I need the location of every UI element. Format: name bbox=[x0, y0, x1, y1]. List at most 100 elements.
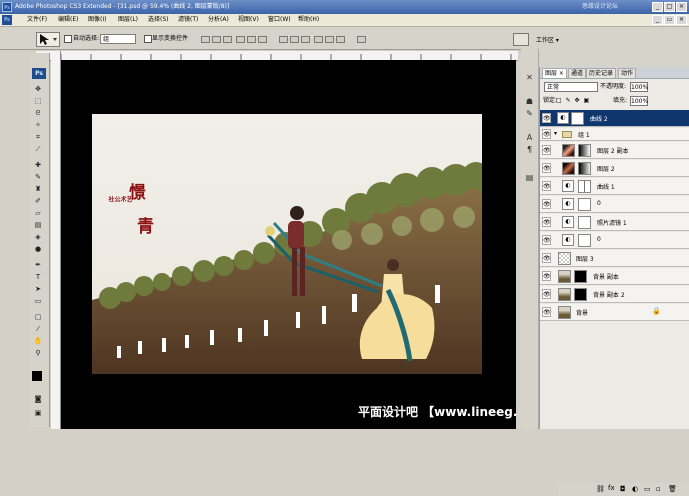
paragraph-icon[interactable]: ¶ bbox=[525, 145, 534, 154]
menu-image[interactable]: 图像(I) bbox=[88, 14, 106, 26]
align-right-icon[interactable] bbox=[258, 36, 267, 43]
visibility-eye-icon[interactable]: 👁 bbox=[542, 199, 551, 209]
visibility-eye-icon[interactable]: 👁 bbox=[542, 181, 551, 191]
navigator-icon[interactable]: ✕ bbox=[525, 73, 534, 82]
visibility-eye-icon[interactable]: 👁 bbox=[542, 253, 551, 263]
visibility-eye-icon[interactable]: 👁 bbox=[542, 129, 551, 139]
menu-edit[interactable]: 编辑(E) bbox=[58, 14, 78, 26]
character-icon[interactable]: A bbox=[525, 133, 534, 142]
tab-layers[interactable]: 图层 × bbox=[542, 68, 567, 78]
go-to-bridge-icon[interactable] bbox=[513, 33, 529, 46]
link-layers-icon[interactable]: ⛓ bbox=[596, 485, 605, 493]
layer-row-0-a[interactable]: 👁 ◐ 0 bbox=[540, 196, 689, 213]
menu-file[interactable]: 文件(F) bbox=[27, 14, 47, 26]
layer-row-background[interactable]: 👁 背景 🔒 bbox=[540, 304, 689, 321]
fill-field[interactable]: 100% bbox=[630, 96, 648, 106]
brush-tool-icon[interactable]: ✎ bbox=[32, 173, 44, 182]
blur-tool-icon[interactable]: ◈ bbox=[32, 233, 44, 242]
zoom-tool-icon[interactable]: ⚲ bbox=[32, 349, 44, 358]
workspace-button[interactable]: 工作区 ▾ bbox=[536, 35, 559, 44]
menu-layer[interactable]: 图层(L) bbox=[118, 14, 138, 26]
layer-row-layer3[interactable]: 👁 图层 3 bbox=[540, 250, 689, 267]
menu-window[interactable]: 窗口(W) bbox=[268, 14, 291, 26]
layer-row-layer2[interactable]: 👁 图层 2 bbox=[540, 160, 689, 177]
document-canvas[interactable]: 憬 艺术公社 青 平面设计吧 【www.lineeg.com/tieba/182… bbox=[61, 60, 516, 429]
align-bottom-icon[interactable] bbox=[223, 36, 232, 43]
marquee-tool-icon[interactable]: ⬚ bbox=[32, 97, 44, 106]
auto-select-checkbox[interactable] bbox=[64, 35, 72, 43]
align-left-icon[interactable] bbox=[236, 36, 245, 43]
brush-panel-icon[interactable]: ☗ bbox=[525, 97, 534, 106]
align-top-icon[interactable] bbox=[201, 36, 210, 43]
menu-analysis[interactable]: 分析(A) bbox=[208, 14, 229, 26]
distribute-right-icon[interactable] bbox=[336, 36, 345, 43]
layer-mask-thumbnail[interactable] bbox=[578, 216, 591, 229]
tab-actions[interactable]: 动作 bbox=[618, 68, 637, 78]
delete-layer-icon[interactable]: 🗑 bbox=[668, 485, 677, 493]
layer-row-photo-filter-1[interactable]: 👁 ◐ 照片滤镜 1 bbox=[540, 214, 689, 231]
history-brush-icon[interactable]: ✐ bbox=[32, 197, 44, 206]
minimize-button[interactable]: _ bbox=[652, 2, 663, 12]
clone-stamp-icon[interactable]: ♜ bbox=[32, 185, 44, 194]
eyedropper-icon[interactable]: ⁄ bbox=[32, 325, 44, 334]
close-button[interactable]: × bbox=[676, 2, 687, 12]
layer-row-curves-1[interactable]: 👁 ◐ 曲线 1 bbox=[540, 178, 689, 195]
layer-row-group-1[interactable]: 👁 ▾ 组 1 bbox=[540, 128, 689, 141]
pen-tool-icon[interactable]: ✒ bbox=[32, 261, 44, 270]
healing-brush-icon[interactable]: ✚ bbox=[32, 161, 44, 170]
tool-preset-picker[interactable] bbox=[36, 32, 60, 47]
menu-select[interactable]: 选择(S) bbox=[148, 14, 169, 26]
layer-mask-thumbnail[interactable] bbox=[578, 180, 591, 193]
layer-style-icon[interactable]: fx bbox=[608, 484, 615, 492]
foreground-color-swatch[interactable] bbox=[32, 371, 42, 381]
layer-mask-thumbnail[interactable] bbox=[574, 270, 587, 283]
dodge-tool-icon[interactable]: ● bbox=[32, 245, 44, 254]
visibility-eye-icon[interactable]: 👁 bbox=[542, 307, 551, 317]
distribute-bottom-icon[interactable] bbox=[301, 36, 310, 43]
visibility-eye-icon[interactable]: 👁 bbox=[542, 217, 551, 227]
tab-channels[interactable]: 通道 bbox=[568, 68, 587, 78]
layer-mask-thumbnail[interactable] bbox=[578, 162, 591, 175]
new-group-icon[interactable]: ▭ bbox=[644, 485, 651, 493]
layer-mask-thumbnail[interactable] bbox=[578, 198, 591, 211]
opacity-field[interactable]: 100% bbox=[630, 82, 648, 92]
quick-mask-icon[interactable]: ◙ bbox=[32, 395, 44, 404]
distribute-vcenter-icon[interactable] bbox=[290, 36, 299, 43]
align-vcenter-icon[interactable] bbox=[212, 36, 221, 43]
layer-row-curves-2[interactable]: 👁 ◐ 曲线 2 bbox=[540, 110, 689, 127]
doc-close-button[interactable]: × bbox=[676, 15, 687, 25]
visibility-eye-icon[interactable]: 👁 bbox=[542, 289, 551, 299]
distribute-hcenter-icon[interactable] bbox=[325, 36, 334, 43]
layer-row-bg-copy[interactable]: 👁 背景 副本 bbox=[540, 268, 689, 285]
eraser-tool-icon[interactable]: ▱ bbox=[32, 209, 44, 218]
add-mask-icon[interactable]: ◘ bbox=[620, 485, 626, 493]
gradient-tool-icon[interactable]: ▤ bbox=[32, 221, 44, 230]
hand-tool-icon[interactable]: ✋ bbox=[32, 337, 44, 346]
layer-mask-thumbnail[interactable] bbox=[578, 144, 591, 157]
magic-wand-icon[interactable]: ✧ bbox=[32, 121, 44, 130]
new-layer-icon[interactable]: ▫ bbox=[656, 485, 661, 493]
info-panel-icon[interactable]: ▤ bbox=[525, 173, 534, 182]
shape-tool-icon[interactable]: ▭ bbox=[32, 297, 44, 306]
lock-icons-icon[interactable]: □ ✎ ✥ ▣ bbox=[556, 96, 590, 106]
show-transform-checkbox[interactable] bbox=[144, 35, 152, 43]
layer-mask-thumbnail[interactable] bbox=[574, 288, 587, 301]
screen-mode-icon[interactable]: ▣ bbox=[32, 409, 44, 418]
visibility-eye-icon[interactable]: 👁 bbox=[542, 145, 551, 155]
blend-mode-dropdown[interactable]: 正常 bbox=[544, 82, 598, 92]
auto-align-icon[interactable] bbox=[357, 36, 366, 43]
distribute-top-icon[interactable] bbox=[279, 36, 288, 43]
path-select-icon[interactable]: ➤ bbox=[32, 285, 44, 294]
visibility-eye-icon[interactable]: 👁 bbox=[542, 235, 551, 245]
lasso-tool-icon[interactable]: ᘓ bbox=[32, 109, 44, 118]
menu-help[interactable]: 帮助(H) bbox=[298, 14, 319, 26]
layer-row-layer2-copy[interactable]: 👁 图层 2 副本 bbox=[540, 142, 689, 159]
new-adjustment-icon[interactable]: ◐ bbox=[632, 485, 638, 493]
doc-restore-button[interactable]: ▭ bbox=[664, 15, 675, 25]
layer-row-0-b[interactable]: 👁 ◐ 0 bbox=[540, 232, 689, 249]
menu-filter[interactable]: 滤镜(T) bbox=[178, 14, 198, 26]
menu-view[interactable]: 视图(V) bbox=[238, 14, 259, 26]
align-hcenter-icon[interactable] bbox=[247, 36, 256, 43]
layer-row-bg-copy-2[interactable]: 👁 背景 副本 2 bbox=[540, 286, 689, 303]
layer-mask-thumbnail[interactable] bbox=[571, 112, 584, 125]
